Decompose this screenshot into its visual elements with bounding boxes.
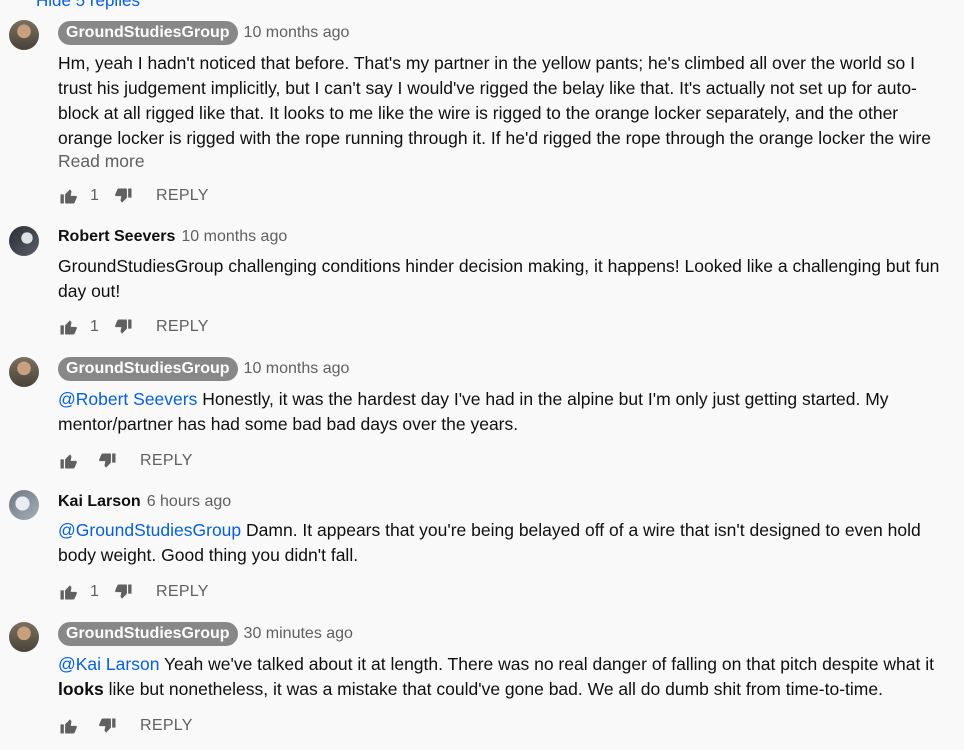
thumb-down-icon[interactable] [98,451,118,471]
reply-button[interactable]: REPLY [140,717,193,735]
like-count: 1 [90,318,99,335]
reply-button[interactable]: REPLY [140,452,193,470]
avatar[interactable] [9,622,39,652]
thumb-up-icon[interactable] [58,716,78,736]
author-name[interactable]: Kai Larson [58,493,141,511]
comment-header: Robert Seevers 10 months ago [58,224,287,250]
thumb-up-icon[interactable] [58,186,78,206]
comment-text-bold: looks [58,679,104,699]
comment-header: Kai Larson 6 hours ago [58,489,231,515]
mention-link[interactable]: @Robert Seevers [58,389,197,409]
avatar[interactable] [9,226,39,256]
thumb-down-icon[interactable] [114,582,134,602]
thumb-up-icon[interactable] [58,451,78,471]
timestamp[interactable]: 10 months ago [244,360,350,378]
author-name[interactable]: Robert Seevers [58,228,175,246]
like-count: 1 [90,187,99,204]
comment-text: @GroundStudiesGroup Damn. It appears tha… [58,518,948,568]
timestamp[interactable]: 10 months ago [181,228,287,246]
timestamp[interactable]: 30 minutes ago [244,625,353,643]
comment-actions: REPLY [58,448,193,474]
reply-button[interactable]: REPLY [156,318,209,336]
thumb-down-icon[interactable] [98,716,118,736]
comment-header: GroundStudiesGroup 30 minutes ago [58,621,353,647]
comment-text: Hm, yeah I hadn't noticed that before. T… [58,53,932,148]
hide-replies-link[interactable]: Hide 5 replies [36,0,140,11]
comment-header: GroundStudiesGroup 10 months ago [58,20,349,46]
avatar[interactable] [9,20,39,50]
comment-text: GroundStudiesGroup challenging condition… [58,256,940,301]
comment-text-content: like but nonetheless, it was a mistake t… [103,679,883,699]
author-name[interactable]: GroundStudiesGroup [58,622,238,646]
reply-button[interactable]: REPLY [156,583,209,601]
read-more-button[interactable]: Read more [58,151,145,172]
mention-link[interactable]: @GroundStudiesGroup [58,520,241,540]
mention-link[interactable]: @Kai Larson [58,654,159,674]
comment-header: GroundStudiesGroup 10 months ago [58,356,349,382]
thumb-up-icon[interactable] [58,582,78,602]
reply-button[interactable]: REPLY [156,187,209,205]
comment-actions: REPLY [58,713,193,739]
thumb-down-icon[interactable] [114,317,134,337]
thumb-down-icon[interactable] [114,186,134,206]
comment-actions: 1 REPLY [58,579,209,605]
like-count: 1 [90,583,99,600]
comment-text: @Robert Seevers Honestly, it was the har… [58,387,948,437]
comment-text: @Kai Larson Yeah we've talked about it a… [58,652,948,702]
author-name[interactable]: GroundStudiesGroup [58,357,238,381]
comment-actions: 1 REPLY [58,314,209,340]
timestamp[interactable]: 10 months ago [244,24,350,42]
comment-actions: 1 REPLY [58,183,209,209]
author-name[interactable]: GroundStudiesGroup [58,21,238,45]
thumb-up-icon[interactable] [58,317,78,337]
avatar[interactable] [9,357,39,387]
comment-text-content: Yeah we've talked about it at length. Th… [159,654,934,674]
timestamp[interactable]: 6 hours ago [147,493,232,511]
avatar[interactable] [9,490,39,520]
